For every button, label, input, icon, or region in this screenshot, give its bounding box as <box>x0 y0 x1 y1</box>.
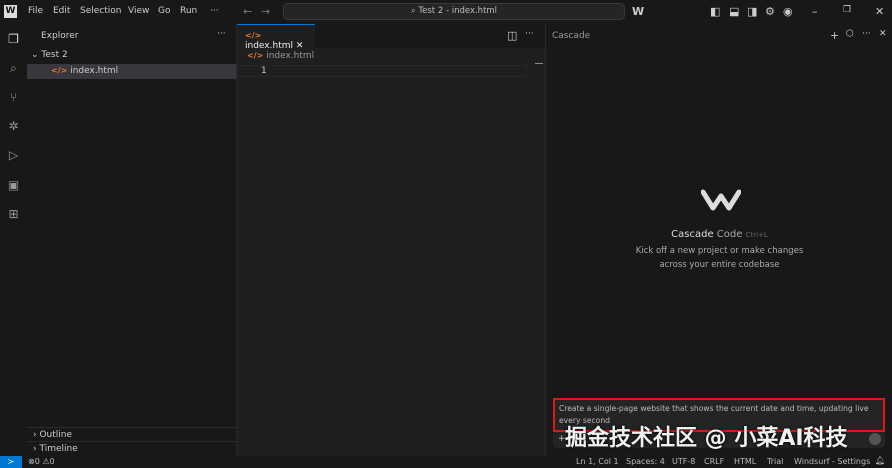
minimize-icon[interactable]: – <box>812 5 818 18</box>
close-window-icon[interactable]: ✕ <box>875 5 884 18</box>
forward-arrow-icon[interactable]: → <box>261 5 270 18</box>
cascade-subtitle-1: Kick off a new project or make changes <box>635 246 804 256</box>
problems-indicator[interactable]: ⊗0 ⚠0 <box>28 457 55 466</box>
file-label: index.html <box>70 66 119 76</box>
status-bar: ≻ ⊗0 ⚠0 Ln 1, Col 1 Spaces: 4 UTF-8 CRLF… <box>0 456 892 468</box>
menu-edit[interactable]: Edit <box>53 6 70 16</box>
extensions-debug-icon[interactable]: ✲ <box>6 119 21 134</box>
windsurf-icon[interactable]: W <box>632 5 644 18</box>
toggle-panel-icon[interactable]: ⬓ <box>729 5 739 18</box>
file-index-html[interactable]: </> index.html <box>27 64 236 79</box>
timeline-label: Timeline <box>39 444 78 454</box>
menu-more[interactable]: ··· <box>210 6 219 16</box>
cascade-heading-text: Cascade <box>671 229 714 240</box>
close-tab-icon[interactable]: ✕ <box>296 41 304 51</box>
editor-more-icon[interactable]: ··· <box>525 29 534 39</box>
menu-go[interactable]: Go <box>158 6 170 16</box>
warning-icon: ⚠ <box>42 457 50 466</box>
folder-label: Test 2 <box>41 50 68 60</box>
title-bar: W File Edit Selection View Go Run ··· ← … <box>0 0 892 24</box>
search-label: Test 2 - index.html <box>418 6 498 16</box>
cascade-panel: Cascade + ⬡ ··· ✕ Cascade Code Ctrl+L Ki… <box>545 24 892 456</box>
chevron-down-icon: ⌄ <box>31 50 42 60</box>
settings-gear-icon[interactable]: ⚙ <box>765 5 775 18</box>
explorer-icon[interactable]: ❐ <box>6 32 21 47</box>
breadcrumb-file: index.html <box>266 51 315 61</box>
notifications-bell-icon[interactable]: 🔔︎ <box>875 456 885 465</box>
explorer-more-button[interactable]: ··· <box>217 29 226 39</box>
toggle-secondary-sidebar-icon[interactable]: ◨ <box>747 5 757 18</box>
cube-icon[interactable]: ⬡ <box>846 29 854 39</box>
remote-indicator-icon[interactable]: ≻ <box>0 456 22 468</box>
cursor-position[interactable]: Ln 1, Col 1 <box>576 457 619 466</box>
explorer-sidebar: Explorer ··· ⌄ Test 2 </> index.html › O… <box>27 24 237 456</box>
watermark: 掘金技术社区 @ 小菜AI科技 <box>565 426 848 451</box>
timeline-section[interactable]: › Timeline <box>27 441 236 456</box>
tab-strip: </> index.html ✕ ◫ ··· <box>237 24 545 51</box>
back-arrow-icon[interactable]: ← <box>243 5 252 18</box>
error-icon: ⊗ <box>28 457 35 466</box>
menu-run[interactable]: Run <box>180 6 197 16</box>
activity-bar: ❐ ⌕ ⑂ ✲ ▷ ▣ ⊞ <box>0 24 27 456</box>
html-file-icon: </> <box>247 51 264 60</box>
remote-explorer-icon[interactable]: ▣ <box>6 178 21 193</box>
explorer-title: Explorer <box>41 31 79 41</box>
language-mode[interactable]: HTML <box>734 457 756 466</box>
error-count: 0 <box>34 457 40 466</box>
outline-section[interactable]: › Outline <box>27 427 236 442</box>
toggle-primary-sidebar-icon[interactable]: ◧ <box>710 5 720 18</box>
cascade-more-icon[interactable]: ··· <box>862 29 871 39</box>
folder-test-2[interactable]: ⌄ Test 2 <box>31 50 68 60</box>
restore-icon[interactable]: ❐ <box>843 5 851 15</box>
windsurf-logo-icon: W <box>4 5 17 18</box>
indentation[interactable]: Spaces: 4 <box>626 457 665 466</box>
shortcut-hint: Ctrl+L <box>745 231 768 239</box>
plan-status[interactable]: Trial <box>767 457 783 466</box>
line-number: 1 <box>261 66 267 76</box>
encoding[interactable]: UTF-8 <box>672 457 695 466</box>
run-debug-icon[interactable]: ▷ <box>6 148 21 163</box>
menu-view[interactable]: View <box>128 6 149 16</box>
cascade-heading: Cascade Code Ctrl+L <box>546 229 892 240</box>
new-chat-plus-icon[interactable]: + <box>830 29 839 42</box>
close-panel-icon[interactable]: ✕ <box>879 29 887 39</box>
html-file-icon: </> <box>245 31 262 40</box>
menu-file[interactable]: File <box>28 6 43 16</box>
current-line[interactable] <box>237 65 527 77</box>
search-icon[interactable]: ⌕ <box>6 61 21 76</box>
extensions-icon[interactable]: ⊞ <box>6 207 21 222</box>
html-file-icon: </> <box>51 66 68 75</box>
outline-label: Outline <box>39 430 73 440</box>
warning-count: 0 <box>49 457 55 466</box>
source-control-icon[interactable]: ⑂ <box>6 90 21 105</box>
cascade-title: Cascade <box>552 31 591 41</box>
split-editor-icon[interactable]: ◫ <box>507 29 517 42</box>
tab-label: index.html <box>245 41 293 51</box>
command-center-search[interactable]: ⌕ Test 2 - index.html <box>283 3 625 20</box>
windsurf-settings[interactable]: Windsurf - Settings <box>794 457 870 466</box>
breadcrumb[interactable]: </> index.html <box>247 51 314 61</box>
menu-selection[interactable]: Selection <box>80 6 121 16</box>
cascade-subtitle-2: across your entire codebase <box>659 260 780 270</box>
send-button[interactable] <box>869 433 881 445</box>
editor-area: </> index.html ✕ ◫ ··· </> index.html 1 <box>237 24 545 456</box>
tab-index-html[interactable]: </> index.html ✕ <box>237 24 315 51</box>
cascade-mode: Code <box>716 229 743 240</box>
line-ending[interactable]: CRLF <box>704 457 724 466</box>
windsurf-logo-icon <box>701 189 741 211</box>
minimap-slider[interactable] <box>535 63 543 64</box>
account-icon[interactable]: ◉ <box>783 5 793 18</box>
